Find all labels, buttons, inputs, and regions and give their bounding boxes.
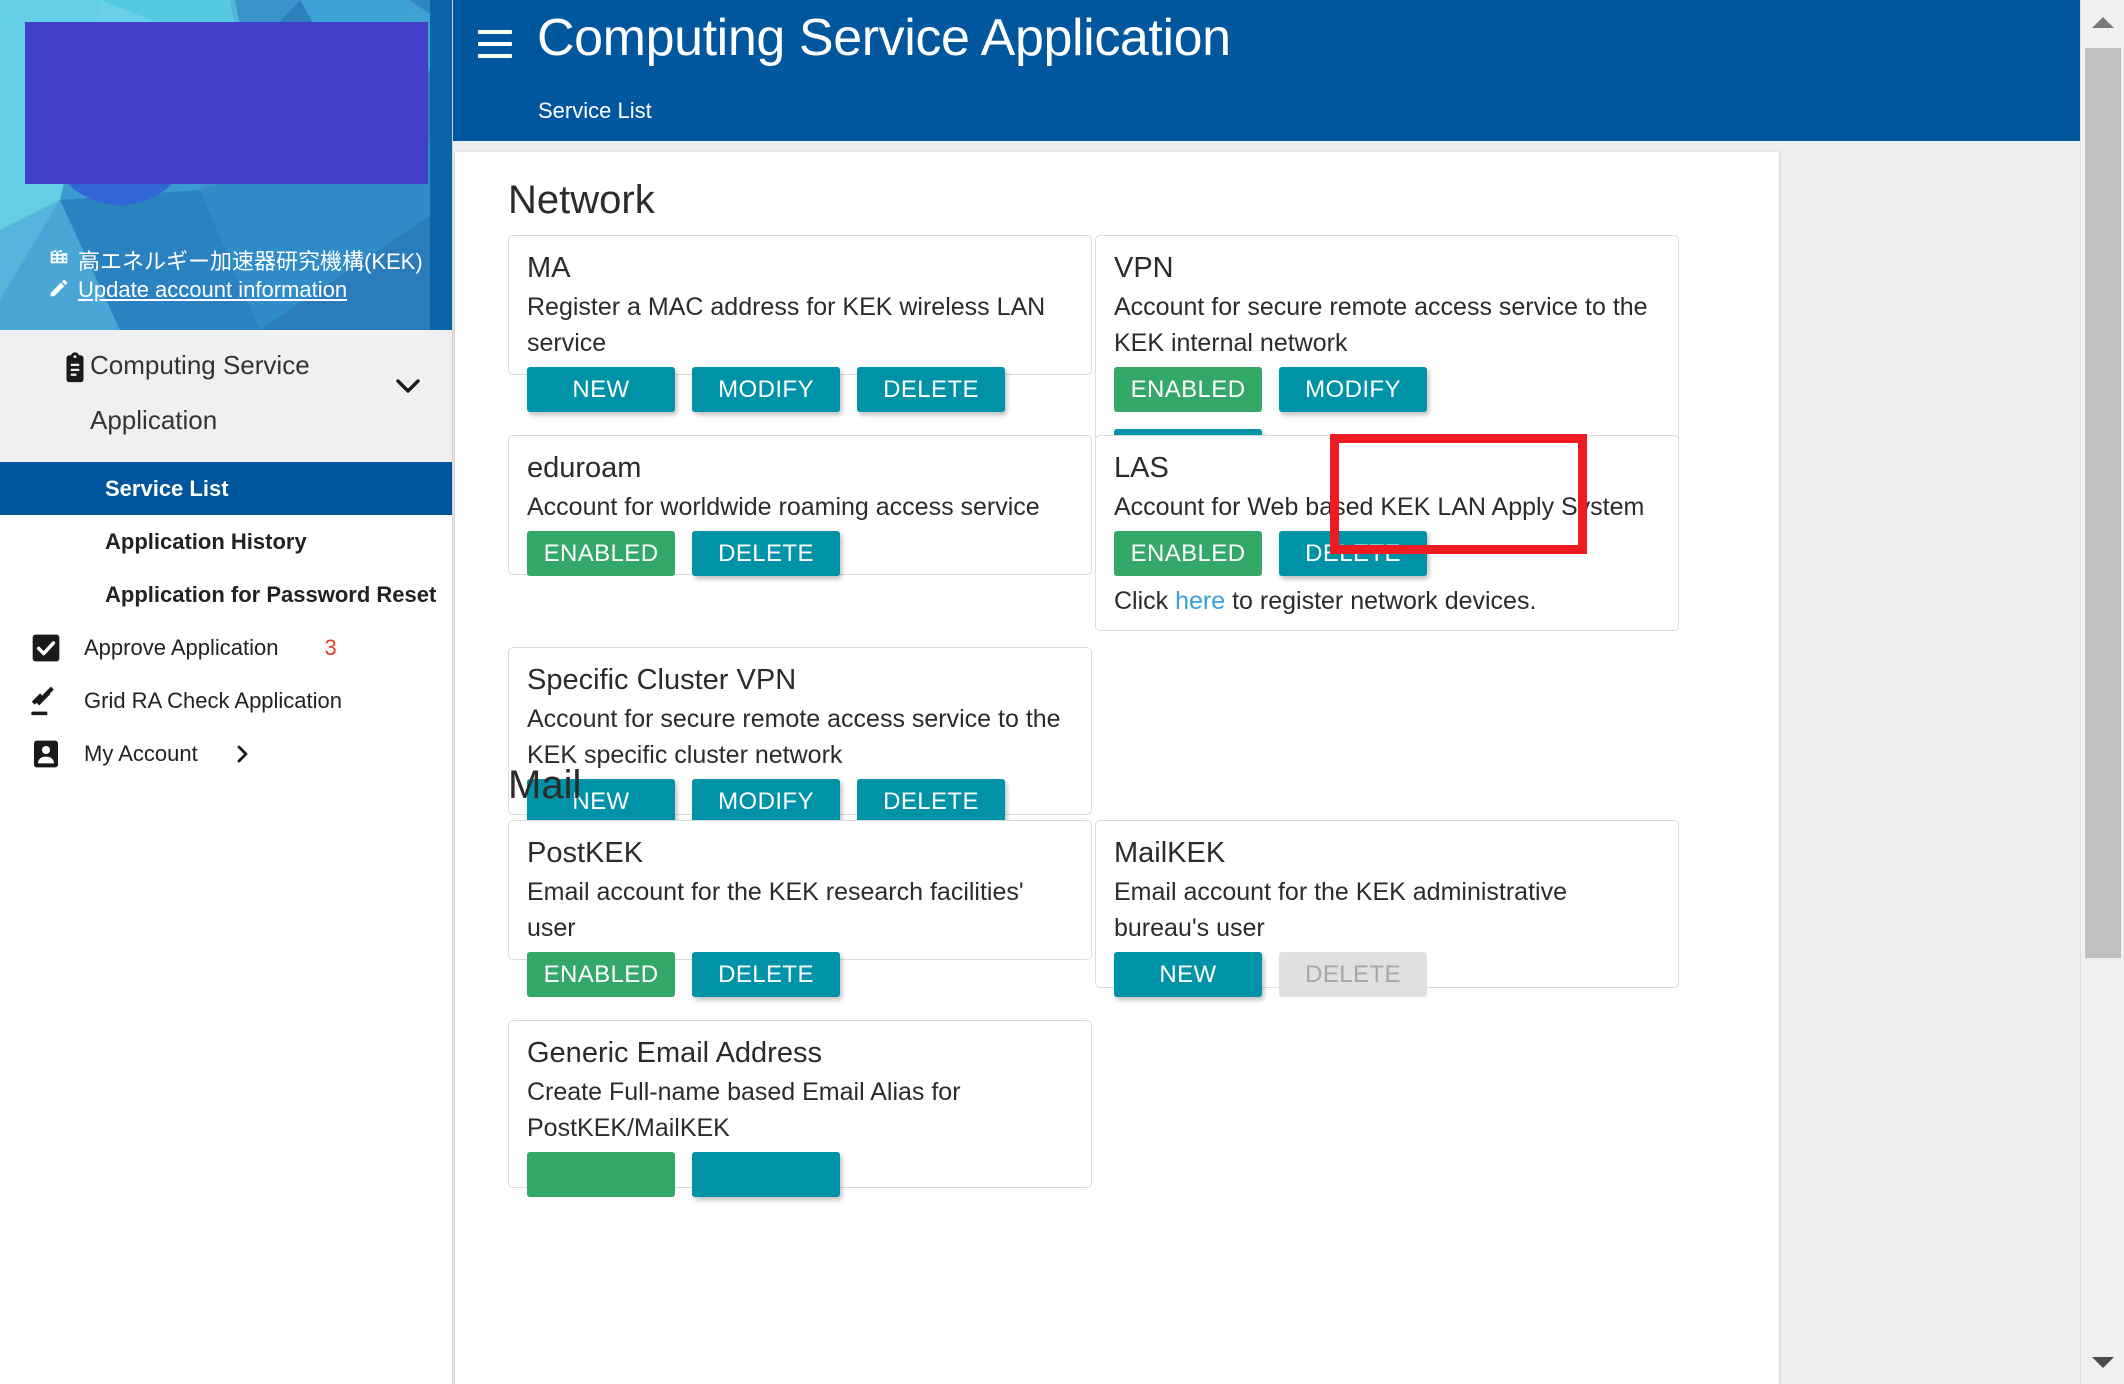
section-network: Network MA Register a MAC address for KE…	[455, 178, 1779, 765]
chevron-right-icon	[234, 745, 252, 763]
ma-modify-button[interactable]: MODIFY	[692, 367, 840, 412]
card-button-row	[527, 1152, 1073, 1197]
las-enabled-button[interactable]: ENABLED	[1114, 531, 1262, 576]
scrollbar-thumb[interactable]	[2085, 48, 2121, 958]
sidebar-item-service-list[interactable]: Service List	[0, 462, 453, 515]
card-button-row: NEW MODIFY DELETE	[527, 367, 1073, 412]
sidebar-item-label: My Account	[84, 741, 198, 767]
person-icon	[30, 738, 62, 770]
card-title: PostKEK	[527, 835, 1073, 871]
card-description: Email account for the KEK administrative…	[1114, 874, 1660, 946]
card-description: Account for worldwide roaming access ser…	[527, 489, 1073, 525]
sidebar-group-title: Computing Service	[90, 350, 310, 381]
mailkek-new-button[interactable]: NEW	[1114, 952, 1262, 997]
service-list-panel: Network MA Register a MAC address for KE…	[455, 152, 1779, 1384]
approve-application-badge: 3	[324, 635, 336, 661]
card-button-row: ENABLED DELETE	[527, 531, 1073, 576]
postkek-enabled-button[interactable]: ENABLED	[527, 952, 675, 997]
card-title: VPN	[1114, 250, 1660, 286]
update-account-information-link[interactable]: Update account information	[78, 277, 347, 303]
card-title: eduroam	[527, 450, 1073, 486]
clipboard-icon	[58, 351, 92, 385]
vertical-scrollbar[interactable]	[2080, 0, 2124, 1384]
sidebar-item-label: Service List	[105, 476, 229, 502]
building-icon	[48, 249, 70, 271]
section-title-mail: Mail	[455, 763, 1779, 808]
ma-new-button[interactable]: NEW	[527, 367, 675, 412]
mailkek-delete-button: DELETE	[1279, 952, 1427, 997]
pencil-icon	[48, 279, 70, 301]
las-register-here-link[interactable]: here	[1175, 587, 1225, 615]
generic-email-enabled-button[interactable]	[527, 1152, 675, 1197]
app-header: Computing Service Application Service Li…	[453, 0, 2080, 141]
scrollbar-down-arrow-icon[interactable]	[2081, 1340, 2124, 1384]
network-card-grid: MA Register a MAC address for KEK wirele…	[455, 235, 1779, 765]
mail-card-grid: PostKEK Email account for the KEK resear…	[455, 820, 1779, 1240]
card-button-row: NEW DELETE	[1114, 952, 1660, 997]
sidebar-item-application-for-password-reset[interactable]: Application for Password Reset	[0, 568, 453, 621]
eduroam-enabled-button[interactable]: ENABLED	[527, 531, 675, 576]
vpn-modify-button[interactable]: MODIFY	[1279, 367, 1427, 412]
service-card-postkek: PostKEK Email account for the KEK resear…	[508, 820, 1092, 960]
sidebar-hero-banner: 高エネルギー加速器研究機構(KEK) Update account inform…	[0, 0, 453, 330]
generic-email-delete-button[interactable]	[692, 1152, 840, 1197]
sidebar-item-grid-ra-check-application[interactable]: Grid RA Check Application	[0, 674, 453, 727]
card-description: Email account for the KEK research facil…	[527, 874, 1073, 946]
card-button-row: ENABLED DELETE	[527, 952, 1073, 997]
main-content-area: Network MA Register a MAC address for KE…	[453, 141, 2080, 1384]
card-title: LAS	[1114, 450, 1660, 486]
checkbox-checked-icon	[30, 632, 62, 664]
note-before: Click	[1114, 587, 1175, 615]
card-description: Account for secure remote access service…	[1114, 289, 1660, 361]
service-card-ma: MA Register a MAC address for KEK wirele…	[508, 235, 1092, 375]
card-title: Specific Cluster VPN	[527, 662, 1073, 698]
service-card-mailkek: MailKEK Email account for the KEK admini…	[1095, 820, 1679, 988]
sidebar-item-approve-application[interactable]: Approve Application 3	[0, 621, 453, 674]
hamburger-menu-icon[interactable]	[478, 30, 512, 58]
postkek-delete-button[interactable]: DELETE	[692, 952, 840, 997]
sidebar-item-my-account[interactable]: My Account	[0, 727, 453, 780]
page-title: Computing Service Application	[537, 8, 1231, 68]
las-delete-button[interactable]: DELETE	[1279, 531, 1427, 576]
card-title: Generic Email Address	[527, 1035, 1073, 1071]
sidebar-item-label: Approve Application	[84, 635, 278, 661]
gavel-icon	[30, 685, 62, 717]
eduroam-delete-button[interactable]: DELETE	[692, 531, 840, 576]
sidebar-item-application-history[interactable]: Application History	[0, 515, 453, 568]
organization-name: 高エネルギー加速器研究機構(KEK)	[78, 244, 423, 276]
card-title: MA	[527, 250, 1073, 286]
update-account-line[interactable]: Update account information	[48, 277, 347, 303]
ma-delete-button[interactable]: DELETE	[857, 367, 1005, 412]
sidebar-item-label: Grid RA Check Application	[84, 688, 342, 714]
service-card-las: LAS Account for Web based KEK LAN Apply …	[1095, 435, 1679, 631]
service-card-eduroam: eduroam Account for worldwide roaming ac…	[508, 435, 1092, 575]
section-title-network: Network	[455, 178, 1779, 223]
las-register-note: Click here to register network devices.	[1114, 587, 1660, 616]
sidebar-item-label: Application for Password Reset	[105, 582, 436, 608]
sidebar: 高エネルギー加速器研究機構(KEK) Update account inform…	[0, 0, 453, 1384]
organization-line: 高エネルギー加速器研究機構(KEK)	[48, 244, 423, 276]
vpn-enabled-button[interactable]: ENABLED	[1114, 367, 1262, 412]
service-card-generic-email-address: Generic Email Address Create Full-name b…	[508, 1020, 1092, 1188]
breadcrumb: Service List	[538, 98, 652, 124]
card-button-row: ENABLED DELETE	[1114, 531, 1660, 576]
sidebar-item-label: Application History	[105, 529, 307, 555]
scrollbar-up-arrow-icon[interactable]	[2081, 0, 2124, 44]
card-description: Account for Web based KEK LAN Apply Syst…	[1114, 489, 1660, 525]
sidebar-menu: Computing Service Application Service Li…	[0, 330, 453, 780]
card-description: Create Full-name based Email Alias for P…	[527, 1074, 1073, 1146]
sidebar-group-computing-service[interactable]: Computing Service Application	[0, 330, 453, 462]
card-title: MailKEK	[1114, 835, 1660, 871]
section-mail: Mail PostKEK Email account for the KEK r…	[455, 763, 1779, 1240]
redacted-user-name-block	[25, 22, 428, 184]
sidebar-group-subtitle: Application	[90, 405, 217, 436]
card-description: Register a MAC address for KEK wireless …	[527, 289, 1073, 361]
chevron-down-icon[interactable]	[395, 378, 421, 394]
note-after: to register network devices.	[1225, 587, 1536, 615]
